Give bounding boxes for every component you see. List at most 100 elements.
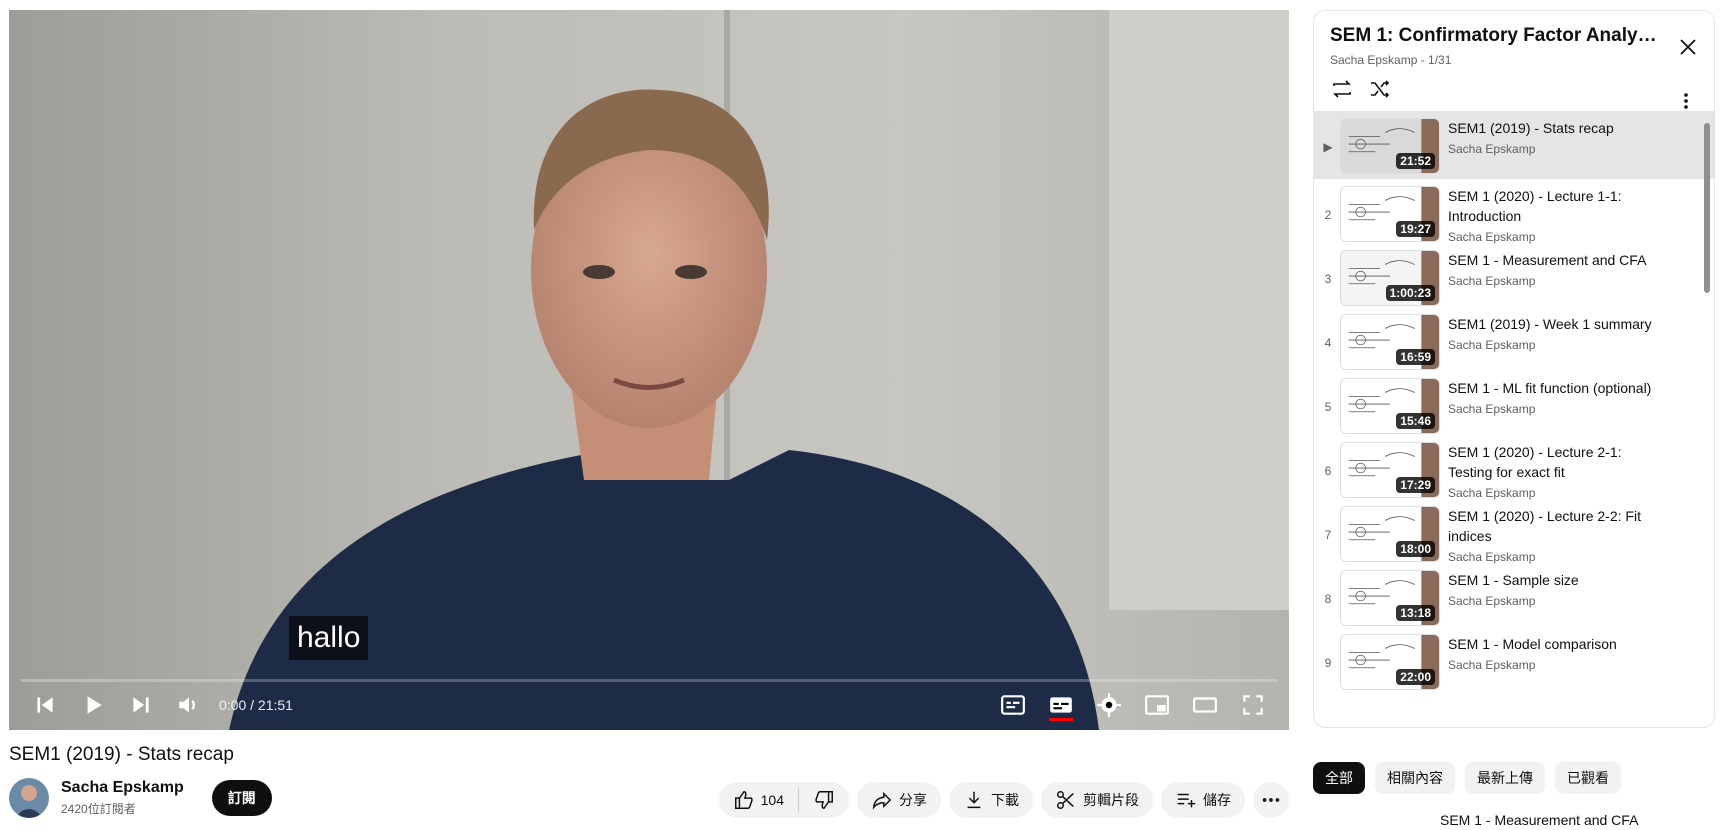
play-button[interactable] bbox=[69, 681, 117, 729]
save-button[interactable]: 儲存 bbox=[1161, 782, 1245, 818]
like-button[interactable]: 104 bbox=[719, 782, 798, 818]
playlist-item[interactable]: 8 13:18 SEM 1 - Sample size Sacha Epskamp bbox=[1314, 563, 1714, 627]
clip-label: 剪輯片段 bbox=[1083, 792, 1139, 808]
download-button[interactable]: 下載 bbox=[949, 782, 1033, 818]
playlist-item-duration: 1:00:23 bbox=[1385, 285, 1435, 301]
playlist-item-duration: 22:00 bbox=[1396, 669, 1435, 685]
playlist-subtitle: Sacha Epskamp - 1/31 bbox=[1330, 53, 1452, 67]
video-player[interactable]: hallo 0:00 / 21:51 bbox=[9, 10, 1289, 730]
playlist-item-channel: Sacha Epskamp bbox=[1448, 594, 1536, 608]
playlist-item-thumbnail: 17:29 bbox=[1340, 442, 1440, 498]
playlist-item-index: 3 bbox=[1324, 272, 1332, 286]
download-label: 下載 bbox=[991, 792, 1019, 808]
playlist-tools bbox=[1330, 77, 1700, 101]
playlist-item-title: SEM 1 - Sample size bbox=[1448, 572, 1579, 588]
playlist-item-thumbnail: 13:18 bbox=[1340, 570, 1440, 626]
playlist-item-index: 8 bbox=[1324, 592, 1332, 606]
playlist-item-channel: Sacha Epskamp bbox=[1448, 550, 1536, 564]
more-vertical-icon[interactable] bbox=[1676, 91, 1696, 111]
time-separator: / bbox=[246, 697, 258, 713]
playlist-item-thumbnail: 15:46 bbox=[1340, 378, 1440, 434]
playlist-item-index: 4 bbox=[1324, 336, 1332, 350]
playlist-item-thumbnail: 18:00 bbox=[1340, 506, 1440, 562]
playlist-item[interactable]: 5 15:46 SEM 1 - ML fit function (optional)… bbox=[1314, 371, 1714, 435]
recommendation-item[interactable]: SEM 1 - Measurement and CFA bbox=[1340, 812, 1638, 828]
playlist-item-title: SEM 1 - Measurement and CFA bbox=[1448, 252, 1647, 268]
next-icon bbox=[133, 697, 149, 713]
like-count: 104 bbox=[760, 792, 784, 808]
playlist-item-meta: SEM 1 (2020) - Lecture 2-2: Fit indices S… bbox=[1448, 506, 1663, 564]
time-current: 0:00 bbox=[219, 697, 247, 713]
playlist-item-title: SEM 1 (2020) - Lecture 2-2: Fit indices bbox=[1448, 508, 1641, 544]
shuffle-icon[interactable] bbox=[1368, 77, 1392, 101]
playlist-item-channel: Sacha Epskamp bbox=[1448, 274, 1536, 288]
play-icon bbox=[87, 696, 102, 714]
settings-button[interactable] bbox=[1085, 681, 1133, 729]
playlist-item-title: SEM1 (2019) - Stats recap bbox=[1448, 120, 1614, 136]
playlist-item-thumbnail: 19:27 bbox=[1340, 186, 1440, 242]
captions-active-indicator bbox=[1049, 718, 1073, 721]
avatar[interactable] bbox=[9, 778, 49, 818]
like-dislike-group: 104 bbox=[718, 782, 849, 818]
dislike-button[interactable] bbox=[799, 782, 849, 818]
playlist-item-index: ▶ bbox=[1323, 140, 1333, 154]
loop-icon[interactable] bbox=[1330, 77, 1354, 101]
playlist-item[interactable]: 7 18:00 SEM 1 (2020) - Lecture 2-2: Fit in… bbox=[1314, 499, 1714, 564]
filter-chip[interactable]: 已觀看 bbox=[1555, 762, 1621, 794]
subscribe-button[interactable]: 訂閱 bbox=[211, 780, 272, 816]
more-actions-button[interactable] bbox=[1253, 782, 1289, 818]
playlist-item-meta: SEM 1 (2020) - Lecture 1-1: Introduction… bbox=[1448, 186, 1663, 244]
playlist-item-thumbnail: 21:52 bbox=[1340, 118, 1440, 174]
playlist-items: ▶ 21:52 SEM1 (2019) - Stats recap Sacha Eps… bbox=[1314, 111, 1714, 727]
player-controls: 0:00 / 21:51 bbox=[9, 680, 1289, 730]
fullscreen-button[interactable] bbox=[1229, 681, 1277, 729]
transcript-icon bbox=[1001, 695, 1025, 715]
playlist-item[interactable]: 9 22:00 SEM 1 - Model comparison Sacha Epsk… bbox=[1314, 627, 1714, 691]
transcript-button[interactable] bbox=[989, 681, 1037, 729]
miniplayer-button[interactable] bbox=[1133, 681, 1181, 729]
playlist-item-channel: Sacha Epskamp bbox=[1448, 486, 1536, 500]
next-button[interactable] bbox=[117, 681, 165, 729]
playlist-item-index: 2 bbox=[1324, 208, 1332, 222]
playlist-item-channel: Sacha Epskamp bbox=[1448, 230, 1536, 244]
clip-button[interactable]: 剪輯片段 bbox=[1041, 782, 1153, 818]
playlist-item[interactable]: 2 19:27 SEM 1 (2020) - Lecture 1-1: Introd… bbox=[1314, 179, 1714, 244]
playlist-item-duration: 17:29 bbox=[1396, 477, 1435, 493]
gear-icon bbox=[1097, 693, 1121, 717]
playlist-item[interactable]: ▶ 21:52 SEM1 (2019) - Stats recap Sacha Eps… bbox=[1314, 111, 1714, 179]
owner-row: Sacha Epskamp 2420位訂閱者 訂閱 bbox=[9, 778, 272, 818]
playlist-item-index: 5 bbox=[1324, 400, 1332, 414]
playlist-item-duration: 15:46 bbox=[1396, 413, 1435, 429]
playlist-title[interactable]: SEM 1: Confirmatory Factor Analysis... bbox=[1330, 25, 1660, 47]
playlist-scrollbar[interactable] bbox=[1704, 123, 1710, 293]
share-button[interactable]: 分享 bbox=[857, 782, 941, 818]
playlist-item[interactable]: 6 17:29 SEM 1 (2020) - Lecture 2-1: Testin… bbox=[1314, 435, 1714, 500]
playlist-item[interactable]: 4 16:59 SEM1 (2019) - Week 1 summary Sacha … bbox=[1314, 307, 1714, 371]
playlist-item[interactable]: 3 1:00:23 SEM 1 - Measurement and CFA Sacha… bbox=[1314, 243, 1714, 307]
mute-button[interactable] bbox=[165, 681, 213, 729]
action-bar: 104 分享 下載 剪輯片段 儲存 bbox=[718, 782, 1289, 818]
thumbs-up-icon bbox=[734, 791, 753, 809]
playlist-header: SEM 1: Confirmatory Factor Analysis... S… bbox=[1314, 11, 1714, 111]
theater-button[interactable] bbox=[1181, 681, 1229, 729]
filter-chip[interactable]: 全部 bbox=[1313, 762, 1365, 794]
scissors-icon bbox=[1057, 791, 1074, 809]
thumbs-down-icon bbox=[815, 791, 833, 809]
volume-icon bbox=[179, 697, 195, 713]
caption-text: hallo bbox=[289, 616, 369, 660]
playlist-item-channel: Sacha Epskamp bbox=[1448, 658, 1536, 672]
playlist-item-index: 7 bbox=[1324, 528, 1332, 542]
filter-chip[interactable]: 最新上傳 bbox=[1465, 762, 1545, 794]
channel-name[interactable]: Sacha Epskamp bbox=[61, 779, 184, 797]
playlist-item-index: 9 bbox=[1324, 656, 1332, 670]
download-icon bbox=[967, 791, 981, 809]
playlist-item-channel: Sacha Epskamp bbox=[1448, 402, 1536, 416]
close-icon[interactable] bbox=[1676, 35, 1700, 59]
filter-chip[interactable]: 相關內容 bbox=[1375, 762, 1455, 794]
channel-info: Sacha Epskamp 2420位訂閱者 bbox=[61, 779, 184, 817]
previous-button[interactable] bbox=[21, 681, 69, 729]
subscriber-count: 2420位訂閱者 bbox=[61, 802, 136, 816]
miniplayer-icon bbox=[1145, 695, 1169, 715]
share-icon bbox=[872, 791, 892, 810]
subtitles-button[interactable] bbox=[1037, 681, 1085, 729]
